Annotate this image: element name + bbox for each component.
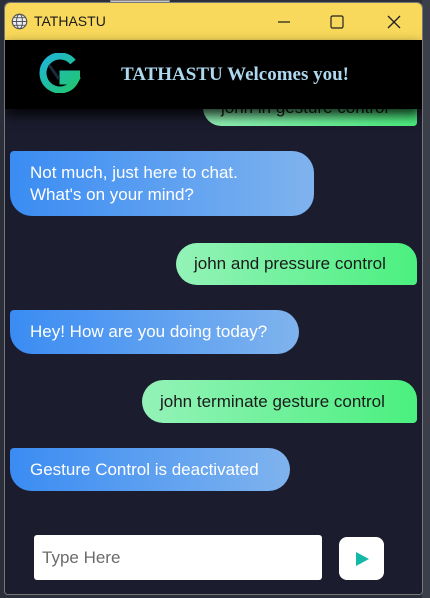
user-message: john terminate gesture control: [142, 380, 417, 423]
close-button[interactable]: [371, 3, 417, 40]
bot-message: Hey! How are you doing today?: [10, 310, 299, 354]
message-text: Hey! How are you doing today?: [30, 322, 268, 341]
composer: [5, 529, 422, 594]
message-input[interactable]: [34, 535, 322, 580]
send-button[interactable]: [339, 537, 384, 580]
globe-icon: [11, 13, 28, 30]
message-text: john and pressure control: [194, 254, 386, 273]
header-title: TATHASTU Welcomes you!: [121, 64, 350, 85]
g-logo-icon: [39, 53, 81, 93]
send-icon: [355, 551, 369, 566]
message-text: john terminate gesture control: [160, 391, 385, 411]
title-bar[interactable]: TATHASTU: [5, 3, 422, 40]
bot-message: Not much, just here to chat. What's on y…: [10, 151, 314, 216]
close-icon: [387, 15, 401, 28]
minimize-button[interactable]: [261, 3, 307, 40]
app-header: TATHASTU Welcomes you!: [5, 40, 422, 109]
message-text: john in gesture control: [221, 109, 388, 119]
app-window: TATHASTU TATHASTU Welcomes you! Not much…: [4, 2, 423, 595]
minimize-icon: [278, 20, 290, 23]
message-text: Gesture Control is deactivated: [30, 459, 259, 479]
user-message: john in gesture control: [203, 109, 417, 126]
user-message: john and pressure control: [176, 243, 417, 285]
window-title: TATHASTU: [34, 13, 106, 29]
maximize-icon: [330, 14, 344, 29]
chat-area[interactable]: john in gesture control Not much, just h…: [5, 109, 422, 529]
maximize-button[interactable]: [314, 3, 360, 40]
desktop-background: [422, 0, 430, 598]
bot-message: Gesture Control is deactivated: [10, 448, 290, 491]
message-text: Not much, just here to chat. What's on y…: [30, 162, 238, 204]
